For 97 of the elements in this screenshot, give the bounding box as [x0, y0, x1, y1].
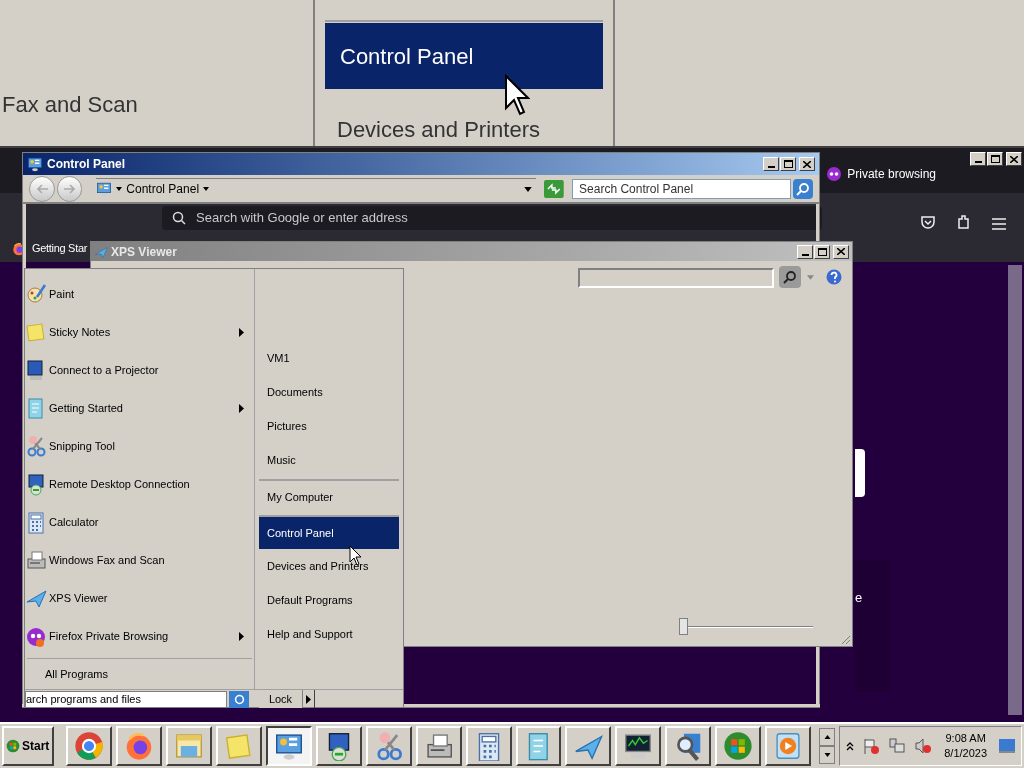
- close-button[interactable]: [799, 157, 815, 171]
- network-icon[interactable]: [888, 737, 907, 755]
- control-panel-icon: [273, 731, 304, 761]
- place-item[interactable]: Documents: [259, 375, 399, 409]
- back-arrow-icon: [35, 183, 48, 194]
- place-item[interactable]: Music: [259, 443, 399, 477]
- mouse-cursor-icon: [504, 74, 530, 116]
- program-item[interactable]: Snipping Tool: [25, 427, 254, 465]
- place-item[interactable]: My Computer: [259, 479, 399, 513]
- dropdown-arrow-icon: [116, 187, 123, 191]
- speaker-icon[interactable]: [914, 737, 933, 755]
- search-button[interactable]: [779, 266, 801, 288]
- search-field[interactable]: arch programs and files: [25, 690, 227, 708]
- address-bar[interactable]: Control Panel: [96, 177, 537, 200]
- shutdown-options-button[interactable]: [303, 690, 315, 708]
- search-button[interactable]: [229, 690, 249, 708]
- back-button[interactable]: [29, 175, 55, 202]
- window-title: Control Panel: [47, 156, 126, 173]
- control-panel-icon: [96, 181, 113, 197]
- up-arrow-icon: [823, 735, 831, 739]
- page-text: e: [855, 590, 863, 605]
- lock-button[interactable]: Lock: [259, 690, 303, 708]
- scrollbar[interactable]: [1008, 265, 1022, 715]
- maximize-button[interactable]: [780, 157, 796, 171]
- search-field[interactable]: Search Control Panel: [572, 178, 792, 199]
- dropdown-arrow-icon: [203, 187, 210, 191]
- place-item[interactable]: Devices and Printers: [259, 549, 399, 583]
- maximize-button[interactable]: [987, 152, 1003, 166]
- place-item[interactable]: Default Programs: [259, 583, 399, 617]
- taskbar-button[interactable]: [265, 726, 312, 766]
- mask-icon: [827, 167, 842, 181]
- submenu-arrow-icon: [306, 694, 311, 704]
- breadcrumb-item[interactable]: Control Panel: [126, 180, 200, 198]
- window-title: XPS Viewer: [111, 243, 178, 261]
- close-icon: [1010, 155, 1018, 163]
- program-item[interactable]: XPS Viewer: [25, 579, 254, 617]
- close-icon: [837, 248, 845, 255]
- menu-icon[interactable]: [992, 218, 1006, 230]
- close-button[interactable]: [1006, 152, 1022, 166]
- scroll-up-button[interactable]: [819, 728, 836, 746]
- control-panel-icon: [27, 156, 43, 172]
- place-item[interactable]: VM1: [259, 341, 399, 375]
- bookmark-link[interactable]: Getting Star: [32, 240, 88, 257]
- zoom-slider[interactable]: [679, 617, 813, 637]
- clock[interactable]: 9:08 AM 8/1/2023: [940, 731, 992, 761]
- slider-thumb[interactable]: [679, 618, 688, 635]
- paper-plane-icon: [94, 244, 108, 259]
- windows-orb-icon: [723, 731, 754, 761]
- search-icon: [233, 693, 245, 705]
- chevron-up-icon[interactable]: [846, 741, 855, 751]
- refresh-icon[interactable]: [544, 179, 565, 198]
- start-button[interactable]: Start: [2, 726, 54, 766]
- private-browsing-label: Private browsing: [847, 166, 936, 183]
- program-item[interactable]: Windows Fax and Scan: [25, 541, 254, 579]
- search-icon: [172, 211, 186, 225]
- close-icon: [803, 160, 811, 168]
- puzzle-piece-icon[interactable]: [956, 214, 972, 230]
- address-bar[interactable]: Search with Google or enter address: [162, 206, 822, 230]
- search-field[interactable]: [578, 268, 774, 288]
- folder-window-icon: [173, 731, 204, 761]
- chrome-icon: [73, 731, 104, 761]
- forward-arrow-icon: [63, 183, 76, 194]
- submenu-arrow-icon: [239, 327, 244, 337]
- help-icon[interactable]: [826, 269, 842, 285]
- pocket-icon[interactable]: [920, 214, 936, 230]
- place-item[interactable]: Pictures: [259, 409, 399, 443]
- show-desktop-icon[interactable]: [999, 739, 1016, 753]
- program-item[interactable]: Firefox Private Browsing: [25, 617, 254, 655]
- maximize-button[interactable]: [814, 244, 830, 259]
- resize-grip-icon[interactable]: [840, 634, 850, 644]
- monitor-icon: [25, 471, 47, 497]
- submenu-arrow-icon: [239, 631, 244, 641]
- down-arrow-icon: [823, 753, 831, 757]
- program-item[interactable]: Sticky Notes: [25, 313, 254, 351]
- monitor-icon: [623, 731, 654, 761]
- search-button[interactable]: [793, 178, 813, 199]
- search-icon: [796, 181, 811, 196]
- place-item[interactable]: Help and Support: [259, 617, 399, 651]
- dropdown-arrow-icon[interactable]: [524, 186, 533, 192]
- close-button[interactable]: [833, 244, 849, 259]
- flag-icon[interactable]: [862, 737, 881, 755]
- minimize-button[interactable]: [797, 244, 813, 259]
- windows-orb-icon: [6, 739, 20, 753]
- program-item[interactable]: Paint: [25, 275, 254, 313]
- program-item[interactable]: Getting Started: [25, 389, 254, 427]
- page-card: [855, 449, 865, 497]
- place-item[interactable]: Control Panel: [259, 515, 399, 549]
- program-item[interactable]: Calculator: [25, 503, 254, 541]
- submenu-arrow-icon: [239, 403, 244, 413]
- scroll-down-button[interactable]: [819, 746, 836, 764]
- minimize-button[interactable]: [970, 152, 986, 166]
- minimize-button[interactable]: [763, 157, 779, 171]
- search-icon: [783, 270, 797, 284]
- all-programs-item[interactable]: All Programs: [25, 659, 254, 689]
- calculator-icon: [25, 509, 47, 535]
- program-item[interactable]: Connect to a Projector: [25, 351, 254, 389]
- program-item[interactable]: Remote Desktop Connection: [25, 465, 254, 503]
